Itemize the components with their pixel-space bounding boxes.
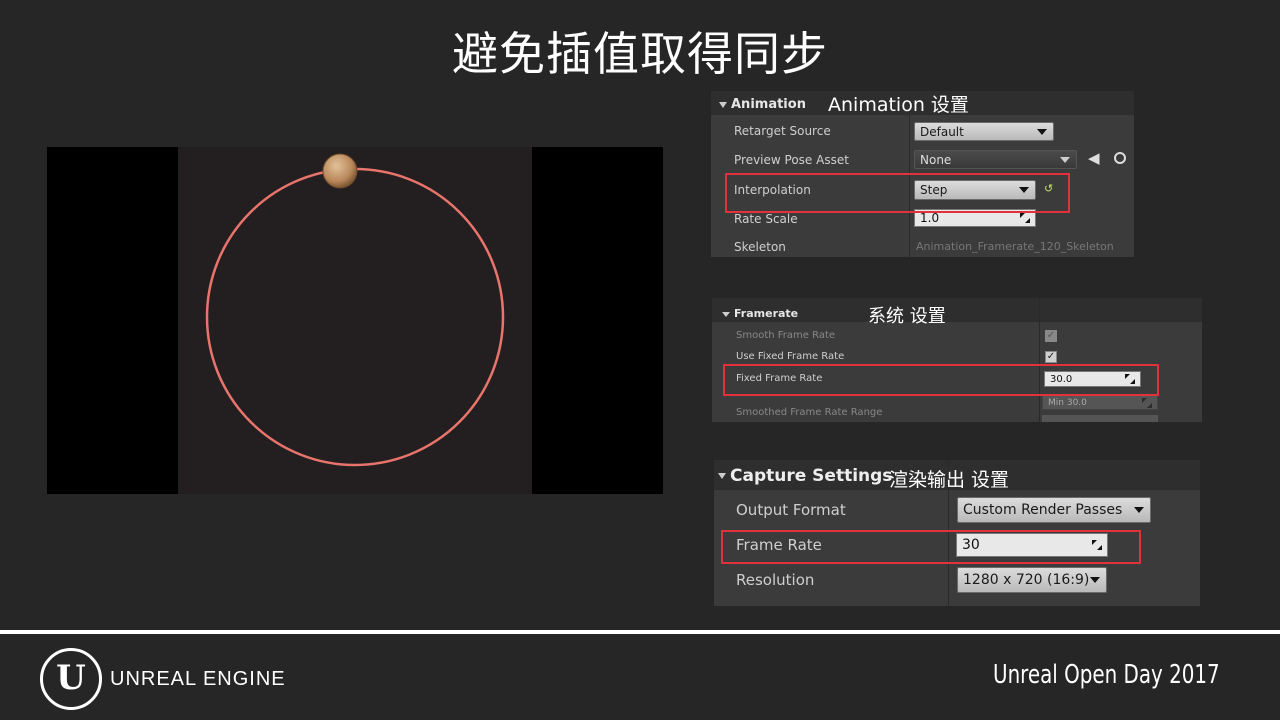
- interpolation-highlight: [725, 173, 1070, 213]
- preview-drawing: [205, 153, 505, 467]
- collapse-triangle-icon: [722, 311, 730, 317]
- smoothed-frame-rate-range-label: Smoothed Frame Rate Range: [736, 407, 883, 418]
- back-arrow-icon[interactable]: ◀: [1088, 149, 1100, 167]
- chevron-down-icon: [1090, 577, 1100, 583]
- use-fixed-frame-rate-checkbox[interactable]: ✓: [1045, 351, 1057, 363]
- slide-title: 避免插值取得同步: [452, 27, 828, 81]
- min-frame-rate-input[interactable]: Min 30.0: [1042, 395, 1158, 410]
- use-fixed-frame-rate-label: Use Fixed Frame Rate: [736, 351, 845, 362]
- chevron-down-icon: [1060, 156, 1070, 163]
- capture-annotation: 渲染输出 设置: [889, 469, 1010, 491]
- preview-pose-asset-combo[interactable]: None: [914, 150, 1077, 169]
- footer: U UNREAL ENGINE Unreal Open Day 2017: [0, 634, 1280, 720]
- brand-name: UNREAL ENGINE: [110, 668, 286, 690]
- preview-canvas: [178, 147, 532, 494]
- framerate-panel: Framerate Smooth Frame Rate ✓ Use Fixed …: [712, 298, 1202, 422]
- framerate-annotation: 系统 设置: [868, 306, 946, 327]
- animation-preview: [47, 147, 663, 494]
- skeleton-value[interactable]: Animation_Framerate_120_Skeleton: [916, 240, 1114, 253]
- max-frame-rate-input[interactable]: [1042, 415, 1158, 422]
- column-divider: [1039, 298, 1040, 422]
- chevron-down-icon: [1037, 128, 1047, 135]
- orbit-ball: [322, 153, 358, 189]
- retarget-source-combo[interactable]: Default: [914, 122, 1054, 141]
- output-format-label: Output Format: [736, 501, 846, 519]
- event-name: Unreal Open Day 2017: [993, 660, 1220, 690]
- skeleton-label: Skeleton: [734, 240, 786, 254]
- retarget-source-label: Retarget Source: [734, 124, 831, 138]
- orbit-circle: [205, 167, 505, 467]
- drag-handle-icon: [1020, 213, 1030, 223]
- resolution-label: Resolution: [736, 571, 815, 589]
- resolution-combo[interactable]: 1280 x 720 (16:9): [957, 567, 1107, 593]
- animation-annotation: Animation 设置: [828, 94, 969, 116]
- drag-handle-icon: [1142, 397, 1152, 408]
- output-format-combo[interactable]: Custom Render Passes: [957, 497, 1151, 523]
- collapse-triangle-icon: [719, 101, 727, 108]
- smooth-frame-rate-label: Smooth Frame Rate: [736, 330, 836, 341]
- unreal-engine-logo-icon: U: [40, 648, 102, 710]
- chevron-down-icon: [1134, 507, 1144, 513]
- framerate-panel-header[interactable]: Framerate: [712, 298, 1202, 322]
- smooth-frame-rate-checkbox[interactable]: ✓: [1045, 330, 1057, 342]
- collapse-triangle-icon: [718, 473, 726, 479]
- rate-scale-label: Rate Scale: [734, 212, 798, 226]
- fixed-frame-rate-highlight: [723, 364, 1159, 396]
- search-icon[interactable]: [1114, 152, 1126, 164]
- frame-rate-highlight: [721, 530, 1141, 564]
- preview-pose-asset-label: Preview Pose Asset: [734, 153, 849, 167]
